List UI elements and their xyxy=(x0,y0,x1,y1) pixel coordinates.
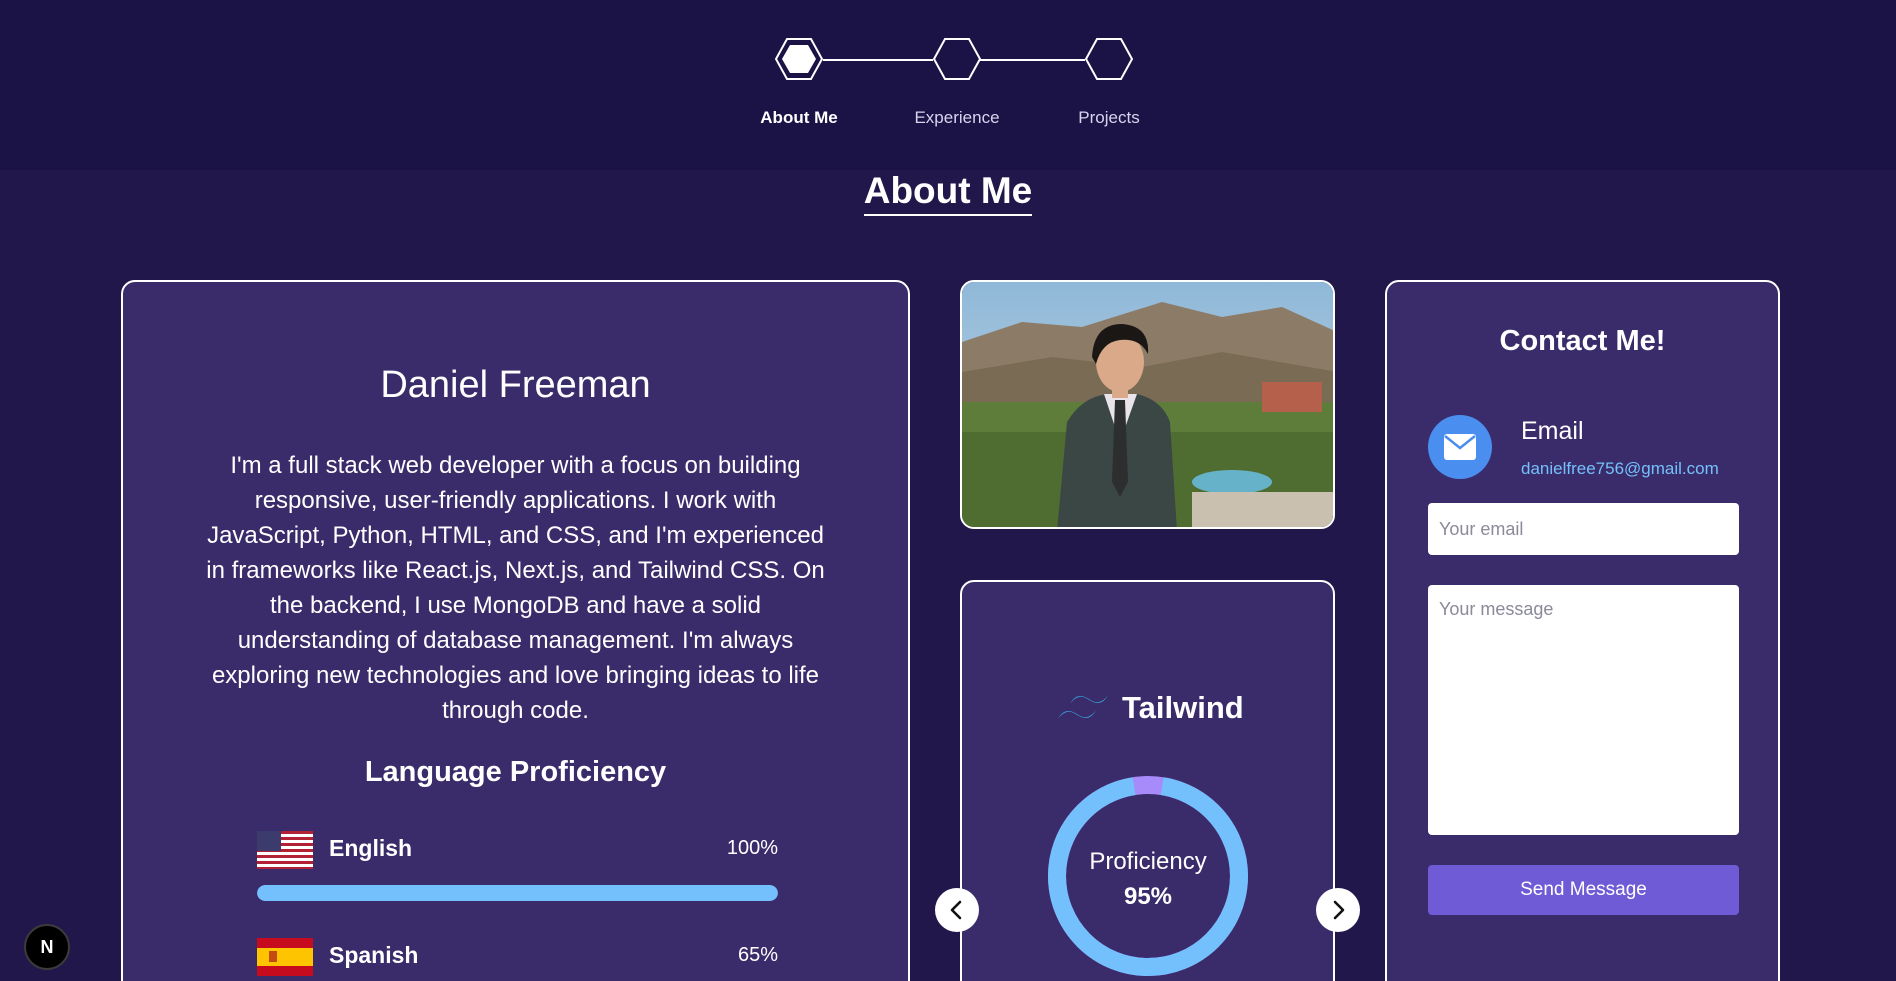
email-input[interactable] xyxy=(1428,503,1739,555)
language-name: English xyxy=(329,835,413,861)
nextjs-dev-badge[interactable]: N xyxy=(24,924,70,970)
stepper-connector xyxy=(823,59,933,61)
proficiency-text: Proficiency xyxy=(1089,848,1207,875)
progress-fill xyxy=(257,885,778,901)
step-about-hex-icon[interactable] xyxy=(774,37,824,81)
spain-flag-icon xyxy=(257,938,313,976)
nextjs-badge-letter: N xyxy=(40,937,54,957)
skill-card: Tailwind Proficiency 95% xyxy=(960,580,1335,981)
send-message-button[interactable]: Send Message xyxy=(1428,865,1739,915)
language-percent: 65% xyxy=(737,944,778,966)
email-label: Email xyxy=(1521,417,1584,445)
proficiency-percent: 95% xyxy=(1123,883,1173,910)
language-proficiency-title: Language Proficiency xyxy=(364,756,667,788)
step-label-about[interactable]: About Me xyxy=(729,108,869,128)
us-flag-icon xyxy=(257,831,313,869)
profile-photo xyxy=(960,280,1335,529)
language-name: Spanish xyxy=(329,942,419,968)
chevron-right-icon xyxy=(1333,900,1345,920)
contact-card: Contact Me! Email danielfree756@gmail.co… xyxy=(1385,280,1780,981)
tailwind-icon xyxy=(1058,695,1108,719)
carousel-prev-button[interactable] xyxy=(935,888,979,932)
carousel-next-button[interactable] xyxy=(1316,888,1360,932)
progress-track xyxy=(257,885,778,901)
skill-name: Tailwind xyxy=(1122,690,1244,725)
proficiency-label: Proficiency 95% xyxy=(1047,844,1249,914)
profile-name: Daniel Freeman xyxy=(380,364,651,406)
language-percent: 100% xyxy=(726,837,778,859)
profile-photo-image xyxy=(962,282,1333,527)
top-stepper-bar: About Me Experience Projects xyxy=(0,0,1896,170)
profile-bio: I'm a full stack web developer with a fo… xyxy=(206,452,825,724)
email-link[interactable]: danielfree756@gmail.com xyxy=(1521,459,1719,479)
mail-icon xyxy=(1428,415,1492,479)
step-label-projects[interactable]: Projects xyxy=(1039,108,1179,128)
page-title: About Me xyxy=(0,170,1896,216)
step-experience-hex-icon[interactable] xyxy=(932,37,982,81)
page-title-text: About Me xyxy=(863,170,1033,216)
about-card: Daniel Freeman I'm a full stack web deve… xyxy=(121,280,910,981)
contact-title: Contact Me! xyxy=(1499,325,1666,357)
message-input[interactable] xyxy=(1428,585,1739,835)
chevron-left-icon xyxy=(950,900,962,920)
stepper-connector xyxy=(980,59,1085,61)
step-label-experience[interactable]: Experience xyxy=(887,108,1027,128)
step-projects-hex-icon[interactable] xyxy=(1084,37,1134,81)
